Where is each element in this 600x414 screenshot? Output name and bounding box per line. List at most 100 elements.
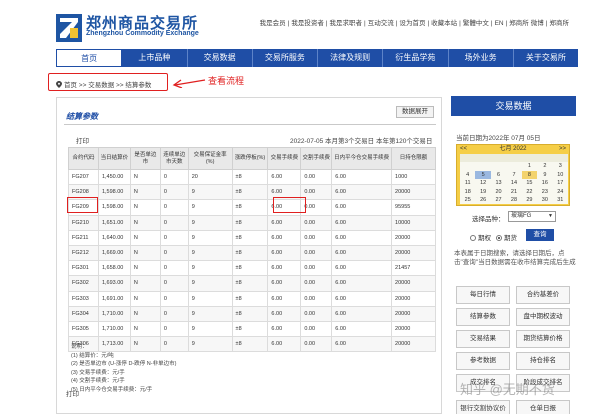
calendar-day[interactable]: 5: [475, 170, 491, 180]
table-cell: FG304: [68, 305, 99, 322]
nav-laws[interactable]: 法律及规则: [318, 49, 384, 67]
table-cell: 0: [159, 184, 189, 201]
table-cell: 9: [187, 290, 233, 307]
calendar-day[interactable]: 22: [522, 188, 537, 196]
top-link[interactable]: 设为首页: [399, 20, 425, 27]
table-cell: 6.00: [331, 214, 393, 231]
calendar-day: [460, 162, 475, 170]
btn-intraday-volatility[interactable]: 盘中期权波动: [516, 308, 570, 326]
calendar-day[interactable]: 27: [491, 196, 506, 204]
calendar-weekday: [475, 154, 491, 163]
calendar-day[interactable]: 7: [506, 171, 521, 179]
calendar-day[interactable]: 4: [460, 171, 475, 179]
calendar-day: [475, 162, 490, 170]
nav-products[interactable]: 上市品种: [122, 49, 188, 67]
calendar-day[interactable]: 14: [506, 179, 521, 187]
calendar-day[interactable]: 1: [522, 162, 537, 170]
breadcrumb-text[interactable]: 首页 >> 交易数据 >> 结算参数: [64, 82, 151, 89]
btn-reference-data[interactable]: 参考数据: [456, 352, 510, 370]
calendar-day[interactable]: 21: [506, 188, 521, 196]
variety-select-value: 玻璃FG: [511, 213, 532, 219]
calendar-day[interactable]: 8: [521, 170, 538, 180]
col-header: 日内平今仓交易手续费: [331, 147, 393, 170]
calendar-day[interactable]: 11: [460, 179, 475, 187]
table-row: FG305 1,710.00 N 0 9 ±8 6.00 0.00 6.00 20000: [68, 320, 436, 338]
table-cell: N: [129, 275, 161, 292]
calendar-day[interactable]: 28: [506, 196, 521, 204]
calendar-day[interactable]: 15: [522, 179, 537, 187]
calendar-next-button[interactable]: >>: [559, 145, 566, 154]
calendar-day[interactable]: 20: [491, 188, 506, 196]
table-cell: 9: [187, 199, 233, 216]
radio-futures-label: 期货: [504, 235, 517, 242]
calendar-day[interactable]: 29: [522, 196, 537, 204]
table-cell: 1,658.00: [97, 260, 131, 277]
table-cell: 0.00: [300, 275, 333, 292]
top-link[interactable]: 郑商所: [509, 20, 529, 27]
top-link[interactable]: 我是求职者: [330, 20, 363, 27]
table-cell: ±8: [231, 260, 269, 277]
btn-trade-results[interactable]: 交易结果: [456, 330, 510, 348]
calendar-day[interactable]: 6: [491, 171, 506, 179]
table-cell: 20: [187, 168, 233, 186]
top-link[interactable]: 收藏本站: [431, 20, 457, 27]
calendar-day[interactable]: 25: [460, 196, 475, 204]
btn-bank-delivery[interactable]: 银行交割协议价: [456, 400, 510, 414]
highlight-contract-fg209: [67, 197, 98, 213]
btn-warehouse-report[interactable]: 仓单日报: [516, 400, 570, 414]
btn-position-ranking[interactable]: 持仓排名: [516, 352, 570, 370]
nav-academy[interactable]: 衍生品学苑: [383, 49, 449, 67]
top-link[interactable]: 郑商所: [550, 20, 570, 27]
calendar-day[interactable]: 13: [491, 179, 506, 187]
calendar-prev-button[interactable]: <<: [460, 145, 467, 154]
calendar-day[interactable]: 19: [475, 188, 490, 196]
table-cell: 9: [187, 275, 233, 292]
btn-settlement-params[interactable]: 结算参数: [456, 308, 510, 326]
radio-options[interactable]: 期权: [470, 232, 491, 242]
calendar-day[interactable]: 24: [553, 188, 568, 196]
query-button[interactable]: 查询: [526, 229, 554, 241]
nav-about[interactable]: 关于交易所: [514, 49, 578, 67]
table-cell: ±8: [231, 275, 269, 292]
btn-basis-price[interactable]: 合约基差价: [516, 286, 570, 304]
btn-futures-settlement[interactable]: 期货结算价格: [516, 330, 570, 348]
note-line: (5) 日内平今仓交易手续费：元/手: [71, 386, 153, 393]
radio-futures[interactable]: 期货: [496, 232, 517, 242]
top-link[interactable]: 我是会员: [260, 20, 286, 27]
calendar-day[interactable]: 26: [475, 196, 490, 204]
btn-daily-quotes[interactable]: 每日行情: [456, 286, 510, 304]
calendar-day[interactable]: 12: [475, 179, 490, 187]
calendar-day[interactable]: 31: [553, 196, 568, 204]
calendar-day[interactable]: 17: [553, 179, 568, 187]
print-link[interactable]: 打印: [76, 135, 89, 145]
nav-trading-data[interactable]: 交易数据: [188, 49, 253, 67]
highlight-fee-fg209: [273, 197, 306, 213]
expand-data-button[interactable]: 数据展开: [396, 106, 434, 118]
table-row: FG210 1,651.00 N 0 9 ±8 6.00 0.00 6.00 10000: [68, 214, 436, 231]
exchange-logo-icon[interactable]: [56, 14, 82, 42]
top-link[interactable]: 繁體中文: [463, 20, 489, 27]
calendar-day[interactable]: 18: [460, 188, 475, 196]
top-link[interactable]: 微博: [531, 20, 544, 27]
calendar-day[interactable]: 2: [537, 162, 552, 170]
nav-services[interactable]: 交易所服务: [253, 49, 318, 67]
calendar-day[interactable]: 9: [537, 171, 552, 179]
calendar-weekday: [552, 154, 568, 163]
table-row: FG304 1,710.00 N 0 9 ±8 6.00 0.00 6.00 20000: [68, 305, 436, 322]
top-link[interactable]: 互动交流: [368, 20, 394, 27]
top-link[interactable]: 我是投资者: [291, 20, 324, 27]
nav-otc[interactable]: 场外业务: [449, 49, 514, 67]
col-header: 当日结算价: [97, 147, 131, 170]
nav-home[interactable]: 首页: [56, 49, 123, 67]
table-cell: N: [129, 244, 161, 262]
calendar-day[interactable]: 16: [537, 179, 552, 187]
print-link-bottom[interactable]: 打印: [66, 388, 79, 398]
table-cell: 6.00: [331, 275, 393, 292]
variety-select[interactable]: 玻璃FG ▼: [508, 211, 556, 222]
calendar-day[interactable]: 23: [537, 188, 552, 196]
calendar-day[interactable]: 10: [553, 171, 568, 179]
calendar-day[interactable]: 3: [553, 162, 568, 170]
top-link[interactable]: EN: [495, 20, 504, 27]
table-header-row: 合约代码 当日结算价 是否单边市 连续单边市天数 交易保证金率(%) 涨跌停板(…: [68, 147, 436, 170]
calendar-day[interactable]: 30: [537, 196, 552, 204]
